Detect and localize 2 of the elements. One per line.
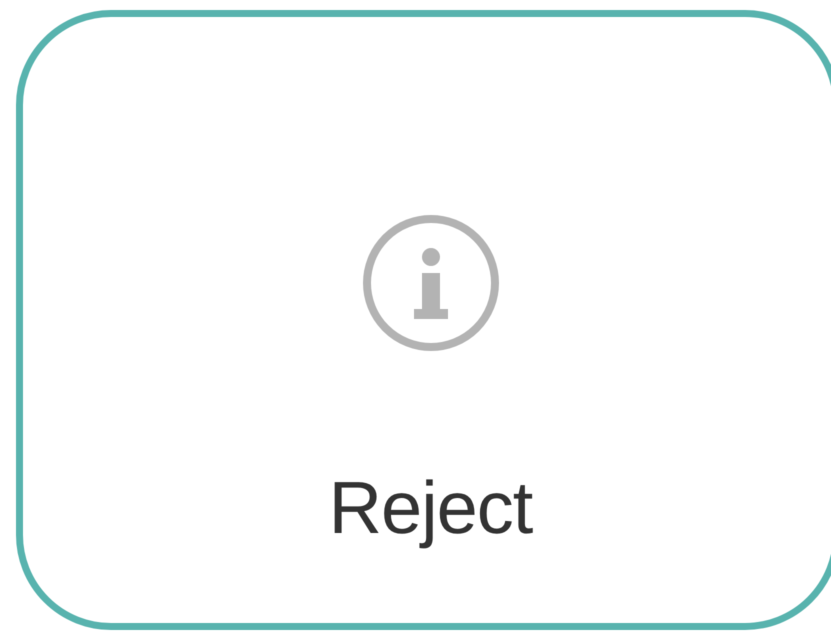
- info-icon: [360, 213, 500, 353]
- reject-button[interactable]: Reject: [16, 10, 831, 630]
